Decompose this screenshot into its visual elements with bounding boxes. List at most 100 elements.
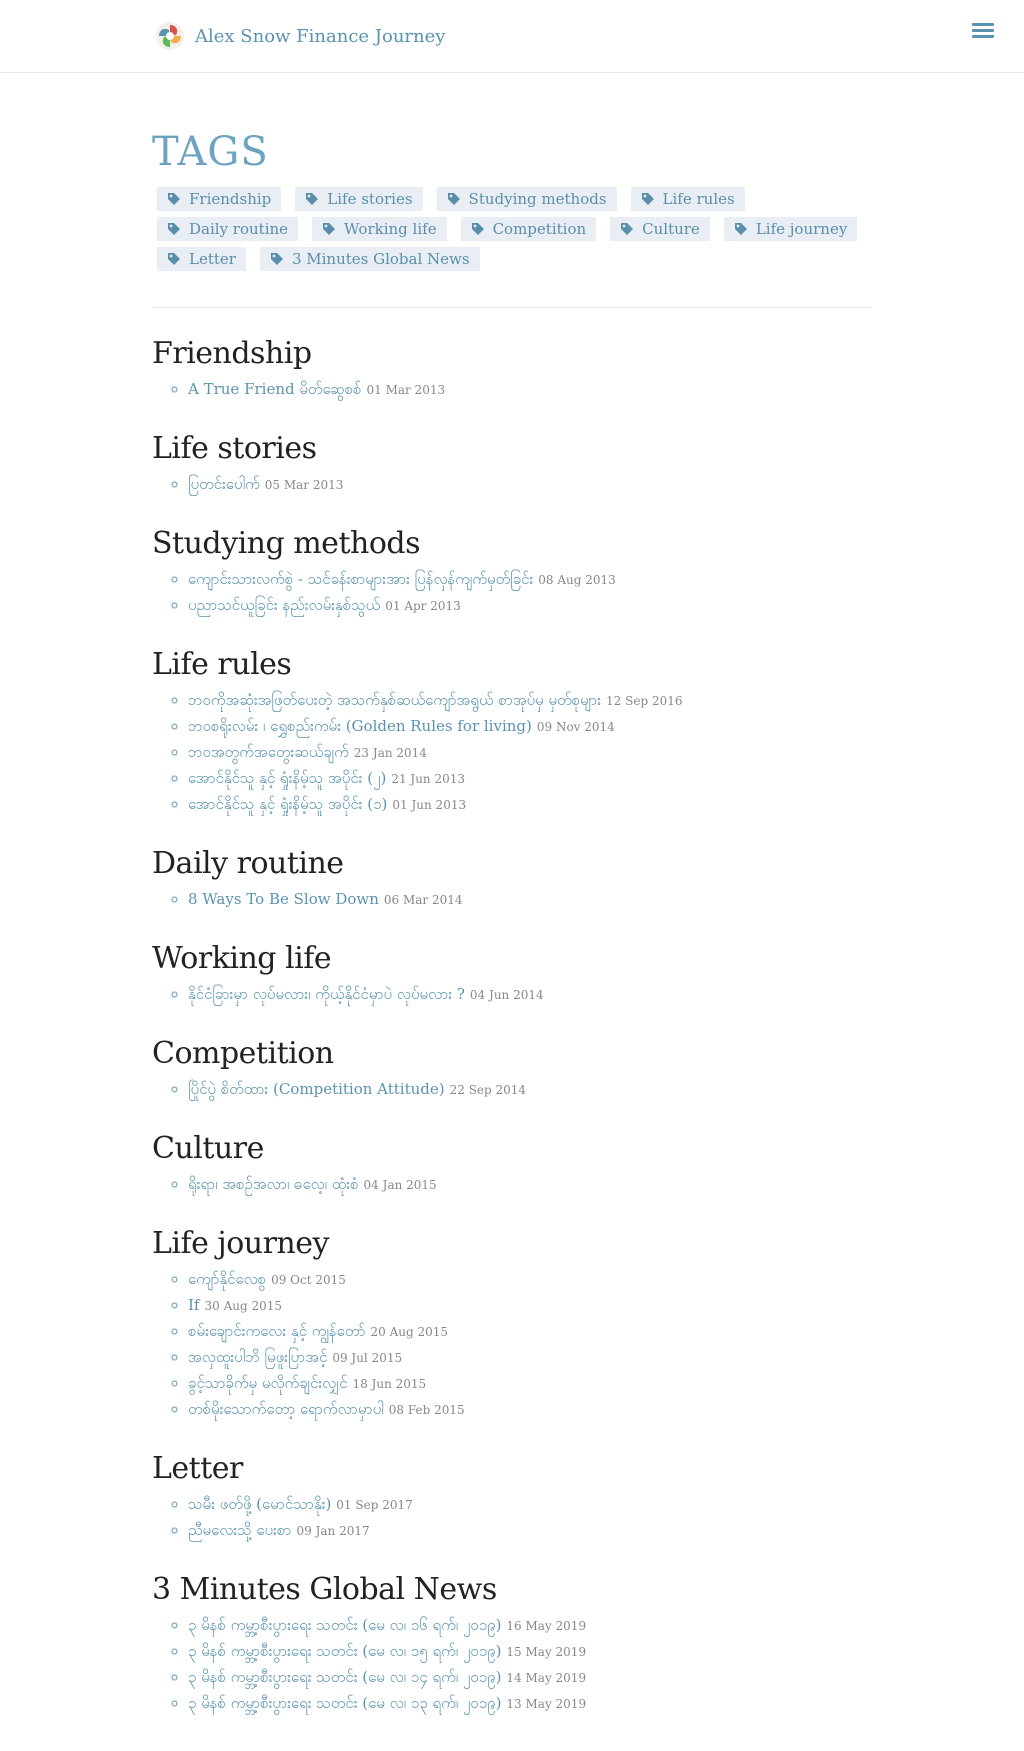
section-heading: Letter — [152, 1451, 243, 1486]
section-heading: Studying methods — [152, 526, 420, 561]
post-list: 8 Ways To Be Slow Down 06 Mar 2014 — [152, 887, 872, 913]
post-link[interactable]: ကျော်နိုင်လေစွ — [188, 1270, 266, 1288]
navbar: Alex Snow Finance Journey — [0, 0, 1024, 73]
post-link[interactable]: ကျောင်းသားလက်စွဲ - သင်ခန်းစာများအား ပြန်… — [188, 570, 533, 588]
brand-logo-icon — [156, 22, 184, 50]
menu-toggle-icon[interactable] — [972, 20, 994, 42]
post-link[interactable]: ဘဝစရိုးလမ်း ၊ ရွှေစည်းကမ်း (Golden Rules… — [188, 717, 532, 735]
post-list-item: A True Friend မိတ်ဆွေစစ် 01 Mar 2013 — [188, 377, 872, 403]
post-link[interactable]: ၃ မိနစ် ကမ္ဘာ့စီးပွားရေး သတင်း (မေ လ၊ ၁၆… — [188, 1616, 501, 1634]
post-list: ၃ မိနစ် ကမ္ဘာ့စီးပွားရေး သတင်း (မေ လ၊ ၁၆… — [152, 1613, 872, 1717]
tag-life-journey[interactable]: Life journey — [723, 217, 858, 241]
post-date: 05 Mar 2013 — [264, 478, 344, 492]
tag-life-stories[interactable]: Life stories — [295, 187, 423, 211]
tag-label: Studying methods — [468, 190, 607, 208]
section-heading: Working life — [152, 941, 332, 976]
tag-label: Working life — [344, 220, 437, 238]
post-list-item: ၃ မိနစ် ကမ္ဘာ့စီးပွားရေး သတင်း (မေ လ၊ ၁၃… — [188, 1691, 872, 1717]
tag-label: Life journey — [755, 220, 848, 238]
post-date: 09 Oct 2015 — [271, 1273, 346, 1287]
post-list: ပြိုင်ပွဲ စိတ်ထား (Competition Attitude)… — [152, 1077, 872, 1103]
tag-icon — [270, 253, 283, 265]
post-link[interactable]: အလှထူးပါဘိ မြဖူးပြာအင့် — [188, 1348, 327, 1366]
post-list-item: If 30 Aug 2015 — [188, 1293, 872, 1319]
tag-label: Competition — [492, 220, 587, 238]
post-list-item: သမီး ဖတ်ဖို့ (မောင်သာနိုး) 01 Sep 2017 — [188, 1492, 872, 1518]
post-list-item: ညီမလေးသို့ ပေးစာ 09 Jan 2017 — [188, 1518, 872, 1544]
post-link[interactable]: ဘဝကိုအဆုံးအဖြတ်ပေးတဲ့ အသက်နှစ်ဆယ်ကျော်အရ… — [188, 691, 601, 709]
post-list: ဘဝကိုအဆုံးအဖြတ်ပေးတဲ့ အသက်နှစ်ဆယ်ကျော်အရ… — [152, 688, 872, 818]
post-list-item: ရိုးရာ၊ အစဉ်အလာ၊ ဓလေ့၊ ထုံးစံ 04 Jan 2015 — [188, 1172, 872, 1198]
post-link[interactable]: ၃ မိနစ် ကမ္ဘာ့စီးပွားရေး သတင်း (မေ လ၊ ၁၄… — [188, 1668, 501, 1686]
page-title: TAGS — [152, 129, 269, 175]
post-list-item: အောင်နိုင်သူ နှင့် ရှုံးနိမ့်သူ အပိုင်း … — [188, 792, 872, 818]
main-content: TAGS Friendship Life stories Studying meth… — [152, 129, 872, 1717]
tag-section-competition: Competition ပြိုင်ပွဲ စိတ်ထား (Competitio… — [152, 1036, 872, 1103]
tag-section-studying-methods: Studying methods ကျောင်းသားလက်စွဲ - သင်ခန… — [152, 526, 872, 619]
post-link[interactable]: ခွင့်သာခိုက်မှ မလိုက်ချင်းလျှင် — [188, 1374, 347, 1392]
tag-icon — [168, 193, 180, 205]
post-date: 22 Sep 2014 — [449, 1083, 527, 1097]
section-heading: Friendship — [152, 336, 312, 371]
post-list-item: တစ်မိုးသောက်တော့ ရောက်လာမှာပါ 08 Feb 2015 — [188, 1397, 872, 1423]
post-link[interactable]: 8 Ways To Be Slow Down — [188, 890, 379, 908]
post-link[interactable]: ရိုးရာ၊ အစဉ်အလာ၊ ဓလေ့၊ ထုံးစံ — [188, 1175, 359, 1193]
post-list: ရိုးရာ၊ အစဉ်အလာ၊ ဓလေ့၊ ထုံးစံ 04 Jan 2015 — [152, 1172, 872, 1198]
section-heading: Culture — [152, 1131, 264, 1166]
tag-label: Life stories — [327, 190, 413, 208]
section-heading: Life rules — [152, 647, 292, 682]
post-list-item: ကျောင်းသားလက်စွဲ - သင်ခန်းစာများအား ပြန်… — [188, 567, 872, 593]
tag-icon — [306, 193, 319, 205]
tag-letter[interactable]: Letter — [157, 247, 246, 271]
post-list-item: ကျော်နိုင်လေစွ 09 Oct 2015 — [188, 1267, 872, 1293]
post-list-item: ပြိုင်ပွဲ စိတ်ထား (Competition Attitude)… — [188, 1077, 872, 1103]
tag-section-culture: Culture ရိုးရာ၊ အစဉ်အလာ၊ ဓလေ့၊ ထုံးစံ 04 J… — [152, 1131, 872, 1198]
tag-sections: Friendship A True Friend မိတ်ဆွေစစ် 01 Mar… — [152, 336, 872, 1717]
tag-icon — [621, 223, 634, 235]
post-list-item: ၃ မိနစ် ကမ္ဘာ့စီးပွားရေး သတင်း (မေ လ၊ ၁၆… — [188, 1613, 872, 1639]
post-date: 12 Sep 2016 — [606, 694, 683, 708]
post-link[interactable]: အောင်နိုင်သူ နှင့် ရှုံးနိမ့်သူ အပိုင်း … — [188, 769, 386, 787]
brand-title: Alex Snow Finance Journey — [195, 25, 446, 47]
tag-life-rules[interactable]: Life rules — [630, 187, 745, 211]
post-link[interactable]: ပညာသင်ယူခြင်း နည်းလမ်းနှစ်သွယ် — [188, 596, 380, 614]
post-date: 20 Aug 2015 — [370, 1325, 449, 1339]
tag-daily-routine[interactable]: Daily routine — [157, 217, 299, 241]
post-link[interactable]: If — [188, 1296, 199, 1314]
tag-working-life[interactable]: Working life — [312, 217, 447, 241]
brand-link[interactable]: Alex Snow Finance Journey — [155, 21, 445, 51]
post-link[interactable]: အောင်နိုင်သူ နှင့် ရှုံးနိမ့်သူ အပိုင်း … — [188, 795, 387, 813]
post-link[interactable]: A True Friend မိတ်ဆွေစစ် — [188, 380, 361, 398]
tag-section-life-rules: Life rules ဘဝကိုအဆုံးအဖြတ်ပေးတဲ့ အသက်နှစ်… — [152, 647, 872, 818]
post-link[interactable]: ဘဝအတွက်အတွေးဆယ်ချက် — [188, 743, 349, 761]
post-date: 15 May 2019 — [506, 1645, 587, 1659]
tag-label: Daily routine — [189, 220, 289, 238]
post-date: 21 Jun 2013 — [391, 772, 466, 786]
tag-competition[interactable]: Competition — [460, 217, 597, 241]
post-date: 06 Mar 2014 — [383, 893, 463, 907]
post-link[interactable]: စမ်းချောင်းကလေး နှင့် ကျွန်တော် — [188, 1322, 366, 1340]
tag-section-letter: Letter သမီး ဖတ်ဖို့ (မောင်သာနိုး) 01 Sep 2… — [152, 1451, 872, 1544]
tag-section-working-life: Working life နိုင်ငံခြားမှာ လုပ်မလား၊ ကို… — [152, 941, 872, 1008]
post-link[interactable]: တစ်မိုးသောက်တော့ ရောက်လာမှာပါ — [188, 1400, 384, 1418]
post-date: 04 Jan 2015 — [363, 1178, 437, 1192]
post-list-item: ပြတင်းပေါက် 05 Mar 2013 — [188, 472, 872, 498]
tag-label: Friendship — [189, 190, 272, 208]
tag-icon — [471, 223, 484, 235]
post-list-item: နိုင်ငံခြားမှာ လုပ်မလား၊ ကိုယ့်နိုင်ငံမှ… — [188, 982, 872, 1008]
post-link[interactable]: ပြိုင်ပွဲ စိတ်ထား (Competition Attitude) — [188, 1080, 445, 1098]
tag-studying-methods[interactable]: Studying methods — [436, 187, 617, 211]
tag-icon — [447, 193, 460, 205]
post-link[interactable]: ၃ မိနစ် ကမ္ဘာ့စီးပွားရေး သတင်း (မေ လ၊ ၁၃… — [188, 1694, 501, 1712]
tag-3-minutes-global-news[interactable]: 3 Minutes Global News — [259, 247, 480, 271]
post-link[interactable]: ပြတင်းပေါက် — [188, 475, 260, 493]
post-link[interactable]: သမီး ဖတ်ဖို့ (မောင်သာနိုး) — [188, 1495, 331, 1513]
post-link[interactable]: ညီမလေးသို့ ပေးစာ — [188, 1521, 291, 1539]
tag-friendship[interactable]: Friendship — [157, 187, 282, 211]
tag-icon — [168, 253, 180, 265]
post-date: 08 Aug 2013 — [538, 573, 616, 587]
post-link[interactable]: နိုင်ငံခြားမှာ လုပ်မလား၊ ကိုယ့်နိုင်ငံမှ… — [188, 985, 465, 1003]
tag-culture[interactable]: Culture — [610, 217, 710, 241]
post-link[interactable]: ၃ မိနစ် ကမ္ဘာ့စီးပွားရေး သတင်း (မေ လ၊ ၁၅… — [188, 1642, 501, 1660]
post-date: 14 May 2019 — [506, 1671, 587, 1685]
